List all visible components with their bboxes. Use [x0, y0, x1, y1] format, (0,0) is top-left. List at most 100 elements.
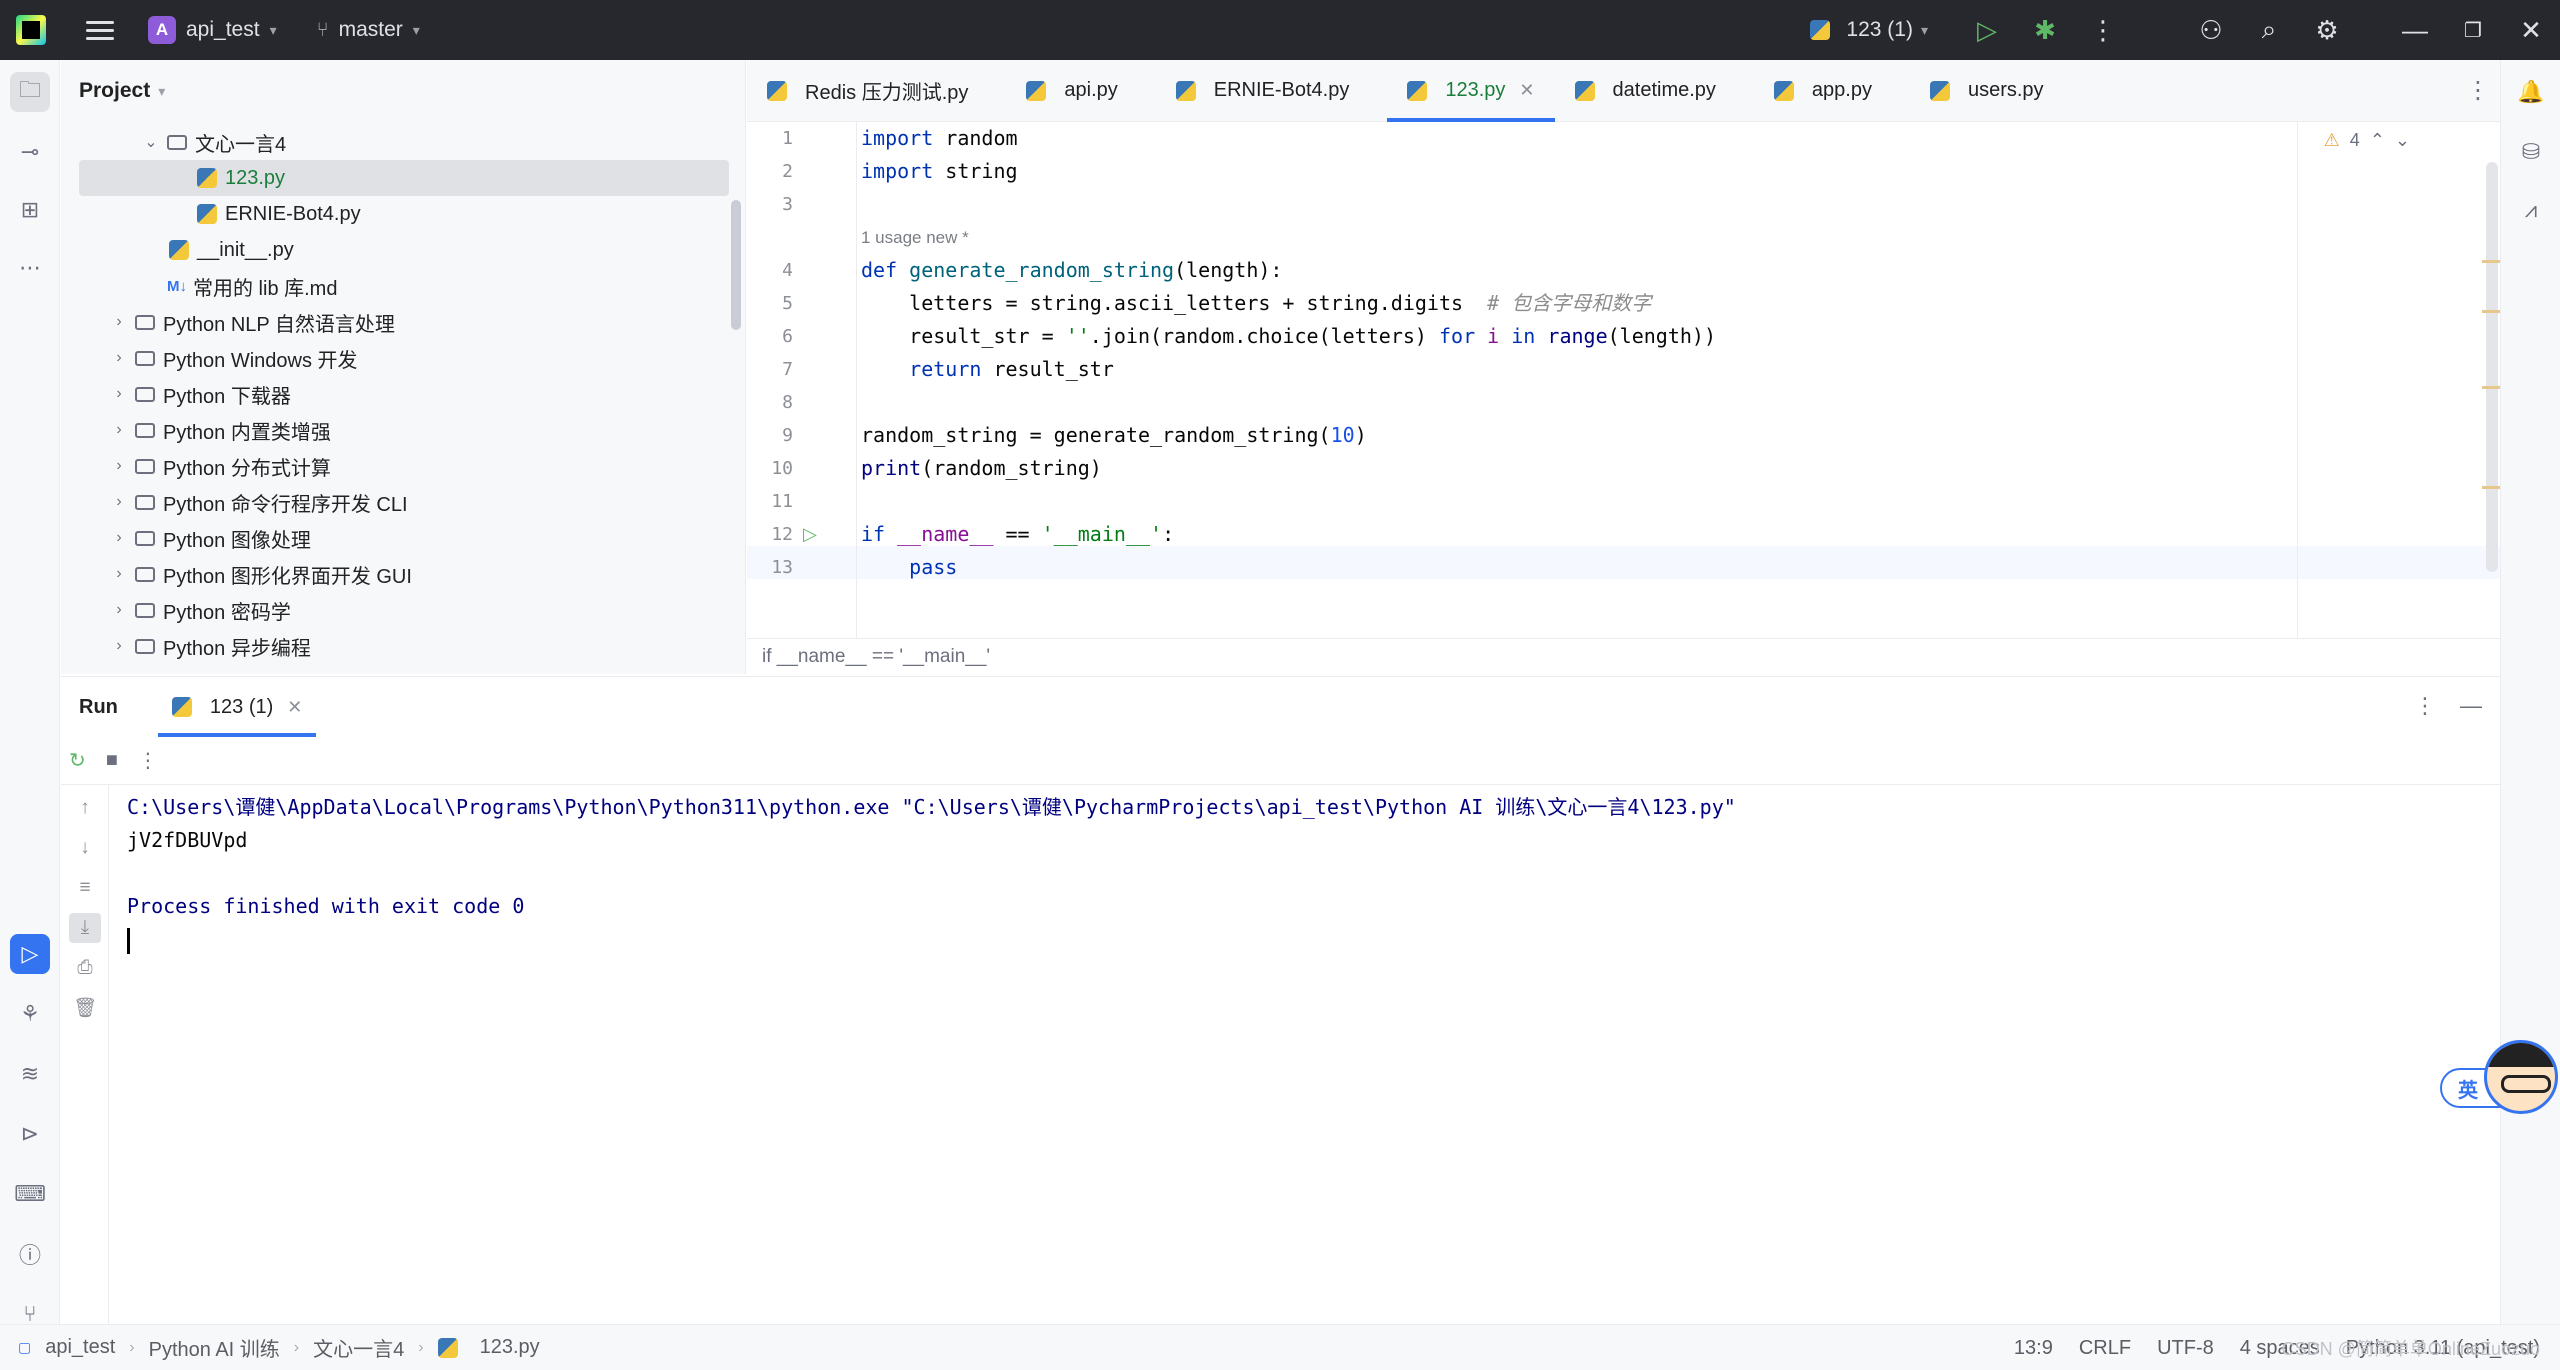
- more-actions-icon[interactable]: ⋮: [2074, 0, 2132, 60]
- tree-item-file-selected[interactable]: 123.py: [79, 160, 729, 196]
- left-tool-strip: 🗀 ⊸ ⊞ ⋯ ▷ ⚘ ≋ ⊳ ⌨ ⓘ ⑂: [0, 60, 60, 1326]
- chevron-up-icon[interactable]: ⌃: [2370, 130, 2385, 151]
- branch-switcher[interactable]: ⑂ master ▾: [317, 18, 420, 42]
- arrow-down-icon[interactable]: ↓: [69, 833, 101, 863]
- pycharm-logo-icon[interactable]: [16, 15, 46, 45]
- tree-item-file[interactable]: M↓ 常用的 lib 库.md: [167, 268, 337, 304]
- tab-app[interactable]: app.py: [1754, 60, 1892, 122]
- tabs-more-icon[interactable]: ⋮: [2466, 76, 2490, 105]
- chevron-right-icon: ›: [116, 637, 122, 654]
- breadcrumb-item[interactable]: api_test: [45, 1336, 115, 1359]
- inlay-usage-hint[interactable]: 1 usage new *: [861, 221, 969, 254]
- warning-marker[interactable]: [2482, 386, 2500, 389]
- tab-users[interactable]: users.py: [1910, 60, 2064, 122]
- project-name: api_test: [186, 18, 260, 41]
- warning-marker[interactable]: [2482, 260, 2500, 263]
- notifications-icon[interactable]: 🔔: [2511, 72, 2551, 112]
- tree-item-folder[interactable]: › Python Windows 开发: [109, 340, 357, 376]
- trash-icon[interactable]: 🗑: [69, 993, 101, 1023]
- chevron-right-icon: ›: [116, 565, 122, 582]
- code-line: if __name__ == '__main__':: [861, 522, 1175, 546]
- more-icon[interactable]: ⋮: [138, 748, 158, 773]
- run-config-selector[interactable]: 123 (1) ▾: [1810, 18, 1928, 42]
- tab-datetime[interactable]: datetime.py: [1555, 60, 1736, 122]
- warning-marker[interactable]: [2482, 310, 2500, 313]
- editor-breadcrumb[interactable]: if __name__ == '__main__': [747, 638, 2500, 674]
- run-tool-icon[interactable]: ▷: [10, 934, 50, 974]
- tab-api[interactable]: api.py: [1006, 60, 1137, 122]
- minimize-icon[interactable]: —: [2386, 0, 2444, 60]
- python-file-icon: [197, 204, 217, 224]
- database-icon[interactable]: ⛁: [2511, 132, 2551, 172]
- arrow-up-icon[interactable]: ↑: [69, 793, 101, 823]
- services-icon[interactable]: ⊳: [10, 1114, 50, 1154]
- restore-icon[interactable]: ❐: [2444, 0, 2502, 60]
- soft-wrap-icon[interactable]: ≡: [69, 873, 101, 903]
- tab-redis[interactable]: Redis 压力测试.py: [747, 60, 988, 122]
- status-right: 13:9 CRLF UTF-8 4 spaces Python 3.11 (ap…: [2014, 1325, 2560, 1370]
- structure-tool-icon[interactable]: ⊞: [10, 190, 50, 230]
- chevron-down-icon[interactable]: ⌄: [2395, 130, 2410, 151]
- run-icon[interactable]: ▷: [1958, 0, 2016, 60]
- more-tools-icon[interactable]: ⋯: [10, 248, 50, 288]
- stop-icon[interactable]: ■: [106, 749, 118, 772]
- print-icon[interactable]: ⎙: [69, 953, 101, 983]
- tree-item-folder[interactable]: › Python 下载器: [109, 376, 291, 412]
- terminal-icon[interactable]: ⌨: [10, 1174, 50, 1214]
- tree-item-folder[interactable]: ⌄ 文心一言4: [141, 124, 286, 160]
- ime-widget[interactable]: 英: [2440, 1038, 2558, 1118]
- line-separator[interactable]: CRLF: [2079, 1337, 2131, 1360]
- tree-item-folder[interactable]: › Python 异步编程: [109, 628, 311, 664]
- scroll-to-end-icon[interactable]: ⤓: [69, 913, 101, 943]
- sciview-icon[interactable]: ⩘: [2511, 190, 2551, 230]
- chevron-right-icon: ›: [116, 601, 122, 618]
- inspection-widget[interactable]: ⚠ 4 ⌃ ⌄: [2324, 130, 2410, 151]
- breadcrumb-item[interactable]: 文心一言4: [313, 1333, 404, 1362]
- editor-scrollbar[interactable]: [2486, 162, 2498, 572]
- add-user-icon[interactable]: ⚇: [2182, 0, 2240, 60]
- tree-item-file[interactable]: __init__.py: [169, 232, 294, 268]
- project-panel-header[interactable]: Project ▾: [61, 60, 745, 122]
- project-tool-icon[interactable]: 🗀: [10, 72, 50, 112]
- project-scrollbar[interactable]: [731, 200, 741, 330]
- tree-item-folder[interactable]: › Python 命令行程序开发 CLI: [109, 484, 407, 520]
- tree-item-folder[interactable]: › Python 图像处理: [109, 520, 311, 556]
- close-window-icon[interactable]: ✕: [2502, 0, 2560, 60]
- more-options-icon[interactable]: ⋮: [2414, 693, 2436, 719]
- tab-ernie-bot4[interactable]: ERNIE-Bot4.py: [1156, 60, 1370, 122]
- caret-position[interactable]: 13:9: [2014, 1337, 2053, 1360]
- breadcrumb-item[interactable]: 123.py: [480, 1336, 540, 1359]
- tree-item-folder[interactable]: › Python NLP 自然语言处理: [109, 304, 395, 340]
- tree-item-folder[interactable]: › Python 密码学: [109, 592, 291, 628]
- run-gutter-icon[interactable]: ▷: [803, 524, 817, 545]
- python-console-icon[interactable]: ⚘: [10, 994, 50, 1034]
- tree-item-folder[interactable]: › Python 内置类增强: [109, 412, 331, 448]
- commit-tool-icon[interactable]: ⊸: [10, 132, 50, 172]
- settings-icon[interactable]: ⚙: [2298, 0, 2356, 60]
- tab-123[interactable]: 123.py ✕: [1387, 60, 1555, 122]
- hide-panel-icon[interactable]: —: [2460, 693, 2482, 719]
- rerun-icon[interactable]: ↻: [69, 748, 86, 773]
- python-file-icon: [1773, 80, 1794, 101]
- line-number: 10: [771, 458, 793, 479]
- problems-icon[interactable]: ⓘ: [10, 1234, 50, 1274]
- main-menu-icon[interactable]: [86, 20, 114, 40]
- project-switcher[interactable]: A api_test ▾: [148, 16, 277, 44]
- search-icon[interactable]: ⌕: [2240, 0, 2298, 60]
- tree-item-file[interactable]: ERNIE-Bot4.py: [197, 196, 361, 232]
- close-tab-icon[interactable]: ✕: [287, 697, 302, 718]
- console-output[interactable]: C:\Users\谭健\AppData\Local\Programs\Pytho…: [127, 791, 1736, 956]
- code-editor[interactable]: 1 2 3 4 5 6 7 8 9 10 11 12 13 ▷ import r…: [747, 122, 2500, 638]
- close-tab-icon[interactable]: ✕: [1519, 80, 1534, 101]
- tree-item-folder[interactable]: › Python 图形化界面开发 GUI: [109, 556, 412, 592]
- tree-item-label: Python 下载器: [163, 385, 291, 408]
- watermark-text: CSDN @简简单单OnlineZuozuo: [2281, 1339, 2540, 1359]
- debug-icon[interactable]: ✱: [2016, 0, 2074, 60]
- run-tab-123[interactable]: 123 (1) ✕: [157, 677, 317, 737]
- tree-item-folder[interactable]: › Python 分布式计算: [109, 448, 331, 484]
- breadcrumb-item[interactable]: Python AI 训练: [149, 1333, 280, 1362]
- layers-icon[interactable]: ≋: [10, 1054, 50, 1094]
- file-encoding[interactable]: UTF-8: [2157, 1337, 2214, 1360]
- code-line: def generate_random_string(length):: [861, 258, 1283, 282]
- warning-marker[interactable]: [2482, 486, 2500, 489]
